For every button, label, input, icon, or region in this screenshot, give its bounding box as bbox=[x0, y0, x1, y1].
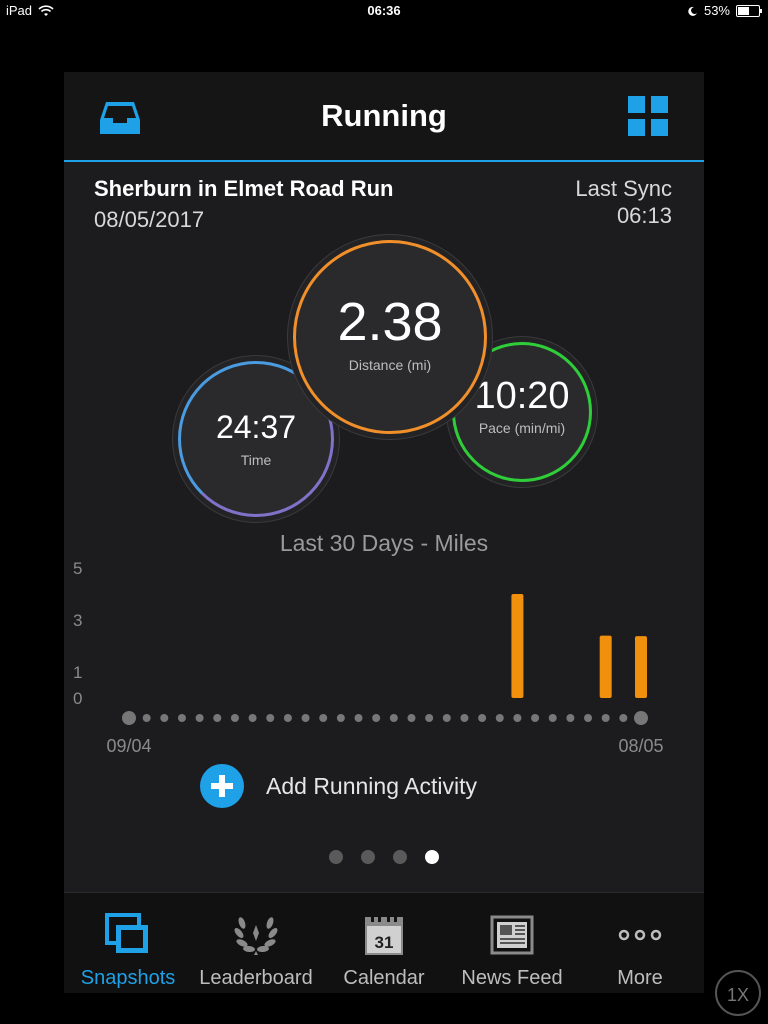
tab-label-leaderboard: Leaderboard bbox=[199, 967, 313, 989]
page-title: Running bbox=[321, 98, 447, 133]
tab-more[interactable]: More bbox=[576, 893, 704, 993]
day-dot bbox=[548, 714, 557, 722]
day-dot bbox=[407, 714, 416, 722]
tab-label-more: More bbox=[617, 967, 663, 989]
app-header: Running bbox=[64, 72, 704, 162]
chart-title: Last 30 Days - Miles bbox=[279, 530, 489, 556]
status-bar: iPad 06:36 53% bbox=[0, 0, 768, 22]
day-dot bbox=[122, 711, 136, 725]
page-dot[interactable] bbox=[361, 850, 375, 864]
tab-bar: Snapshots Leaderboard 31 Calendar News F… bbox=[64, 892, 704, 993]
activity-name[interactable]: Sherburn in Elmet Road Run bbox=[94, 176, 393, 202]
day-dot bbox=[283, 714, 292, 722]
tab-label-news-feed: News Feed bbox=[461, 967, 563, 989]
day-dot bbox=[142, 714, 151, 722]
chart-bar bbox=[511, 594, 524, 698]
distance-label: Distance (mi) bbox=[348, 357, 432, 373]
day-dot bbox=[230, 714, 239, 722]
x-axis-end-label: 08/05 bbox=[618, 736, 663, 756]
day-dot bbox=[513, 714, 522, 722]
battery-percent: 53% bbox=[703, 3, 730, 18]
pace-label: Pace (min/mi) bbox=[478, 420, 566, 436]
page-dot[interactable] bbox=[393, 850, 407, 864]
moon-icon bbox=[688, 6, 697, 16]
calendar-day-number: 31 bbox=[375, 933, 394, 952]
day-dot bbox=[442, 714, 451, 722]
day-dot bbox=[495, 714, 504, 722]
calendar-icon: 31 bbox=[365, 914, 403, 955]
day-dot bbox=[336, 714, 345, 722]
more-icon bbox=[618, 929, 662, 941]
day-dot bbox=[619, 714, 628, 722]
tab-leaderboard[interactable]: Leaderboard bbox=[192, 893, 320, 993]
battery-icon bbox=[736, 4, 762, 17]
day-dot bbox=[301, 714, 310, 722]
add-activity-label: Add Running Activity bbox=[266, 772, 477, 799]
day-dot bbox=[177, 714, 186, 722]
tab-calendar[interactable]: 31 Calendar bbox=[320, 893, 448, 993]
day-dot bbox=[354, 714, 363, 722]
y-tick-label: 5 bbox=[73, 559, 82, 578]
day-dot bbox=[389, 714, 398, 722]
status-time: 06:36 bbox=[367, 3, 401, 18]
day-dot bbox=[266, 714, 275, 722]
day-dot bbox=[460, 714, 469, 722]
y-tick-label: 1 bbox=[73, 663, 82, 682]
day-dot bbox=[478, 714, 487, 722]
chart-bar bbox=[599, 635, 612, 698]
tab-label-calendar: Calendar bbox=[343, 967, 425, 989]
distance-value: 2.38 bbox=[337, 292, 443, 352]
newspaper-icon bbox=[490, 915, 534, 955]
zoom-1x-button[interactable]: 1X bbox=[715, 970, 761, 1016]
page-indicator[interactable] bbox=[329, 850, 439, 864]
add-running-activity-button[interactable]: Add Running Activity bbox=[200, 764, 477, 808]
tab-label-snapshots: Snapshots bbox=[80, 967, 176, 989]
app-window: Running Sherburn in Elmet Road Run 08/05… bbox=[64, 72, 704, 993]
y-tick-label: 3 bbox=[73, 611, 82, 630]
plus-icon bbox=[200, 764, 244, 808]
day-dot bbox=[160, 714, 169, 722]
time-label: Time bbox=[240, 452, 272, 468]
day-dot bbox=[584, 714, 593, 722]
day-dot bbox=[634, 711, 648, 725]
x-axis-start-label: 09/04 bbox=[106, 736, 151, 756]
day-dot bbox=[248, 714, 257, 722]
tab-news-feed[interactable]: News Feed bbox=[448, 893, 576, 993]
distance-stat-circle[interactable]: 2.38 Distance (mi) bbox=[293, 240, 487, 434]
day-dot bbox=[425, 714, 434, 722]
day-dot bbox=[566, 714, 575, 722]
day-dot bbox=[213, 714, 222, 722]
tab-snapshots[interactable]: Snapshots bbox=[64, 893, 192, 993]
y-tick-label: 0 bbox=[73, 689, 82, 708]
day-dot bbox=[601, 714, 610, 722]
chart-bar bbox=[635, 636, 647, 698]
activity-date: 08/05/2017 bbox=[94, 207, 205, 232]
grid-icon bbox=[628, 96, 668, 136]
page-dot[interactable] bbox=[329, 850, 343, 864]
laurel-icon bbox=[234, 917, 278, 955]
snapshots-icon bbox=[105, 913, 148, 953]
day-dot bbox=[372, 714, 381, 722]
day-dot bbox=[531, 714, 540, 722]
time-value: 24:37 bbox=[215, 409, 297, 445]
miles-bar-chart[interactable]: 5 3 1 0 09/04 08/05 bbox=[64, 556, 704, 756]
widgets-grid-button[interactable] bbox=[626, 94, 670, 138]
last-sync-label: Last Sync bbox=[575, 176, 672, 201]
page-dot[interactable] bbox=[425, 850, 439, 864]
day-dot bbox=[195, 714, 204, 722]
day-dot bbox=[319, 714, 328, 722]
last-sync-time: 06:13 bbox=[616, 203, 672, 228]
